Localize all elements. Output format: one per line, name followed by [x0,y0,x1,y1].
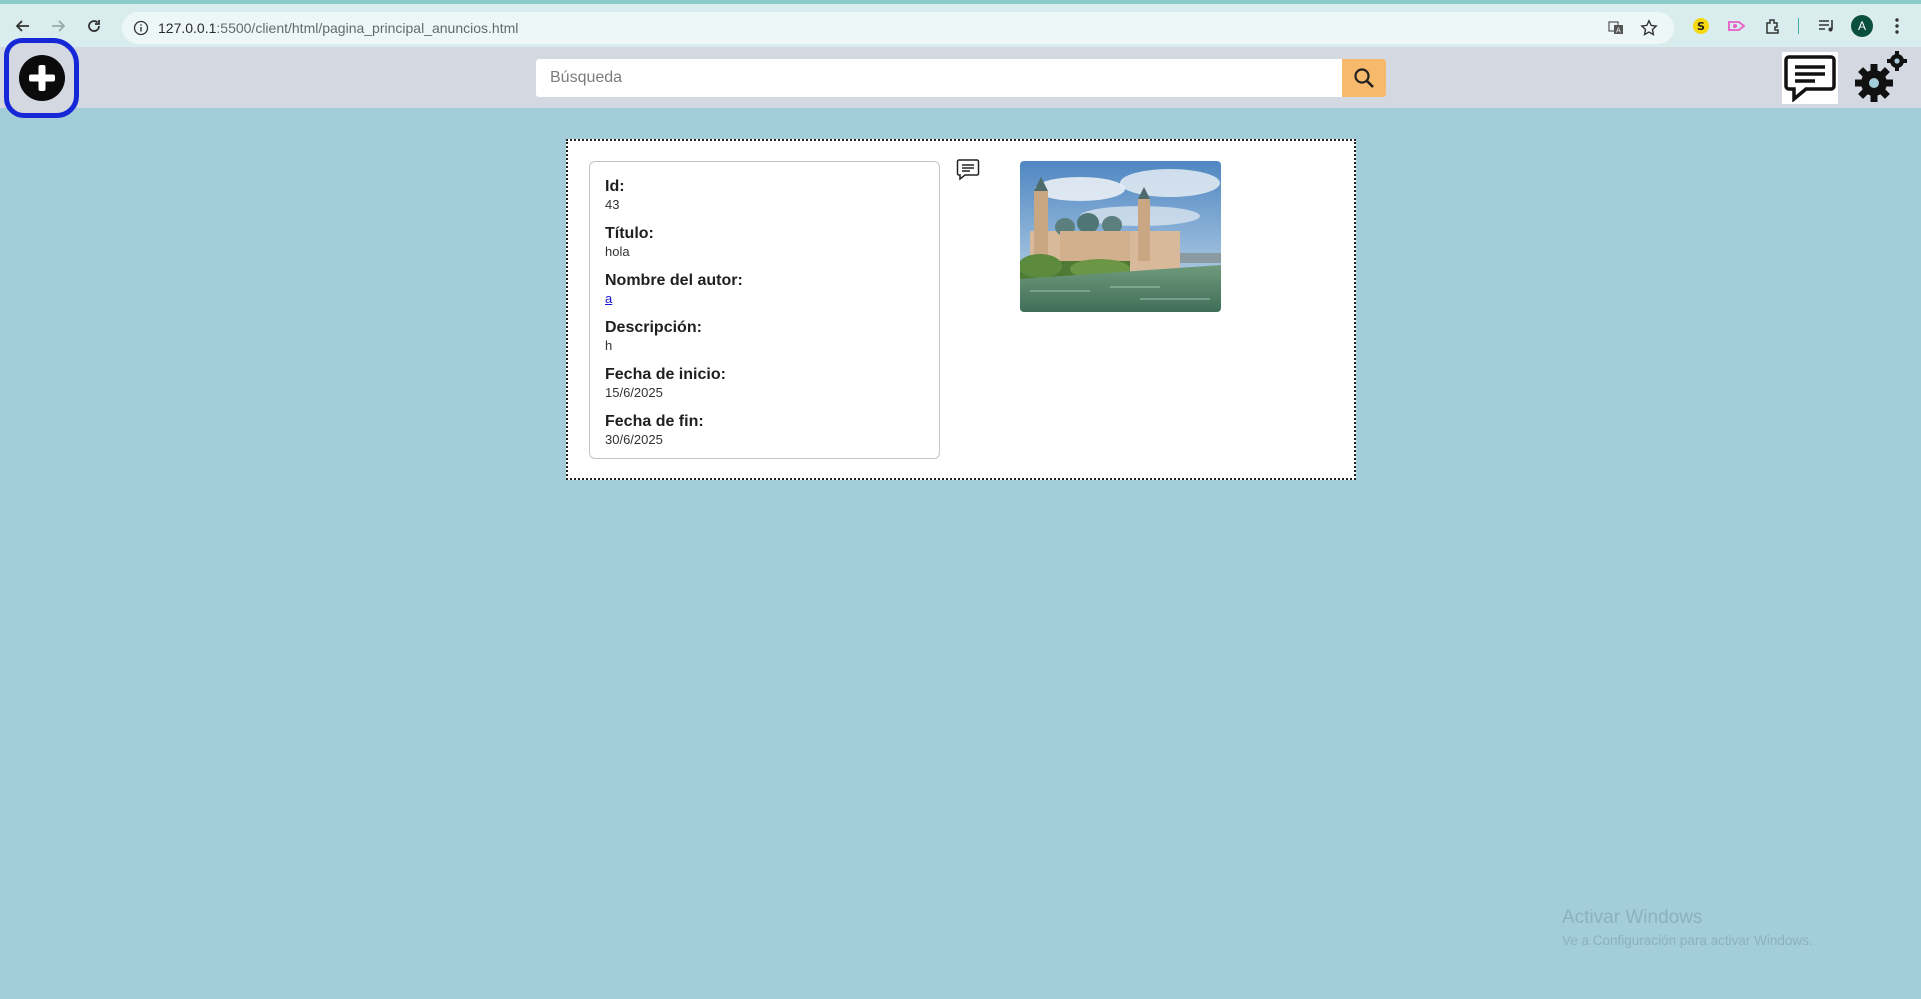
settings-icon [1855,51,1907,102]
search-input[interactable] [536,59,1342,97]
ad-image[interactable] [1020,161,1221,312]
field-value: h [605,338,613,353]
back-icon[interactable] [10,13,36,39]
add-circle-icon [18,55,65,101]
browser-toolbar: 127.0.0.1:5500/client/html/pagina_princi… [0,0,1921,47]
watermark-title: Activar Windows [1562,907,1703,928]
ad-details: Id: 43 Título: hola Nombre del autor: a … [589,161,940,459]
svg-text:A: A [1616,27,1621,35]
field-id: Id: 43 [605,178,924,214]
field-label: Fecha de fin: [605,413,704,430]
author-link[interactable]: a [605,290,924,308]
field-label: Título: [605,225,654,242]
field-label: Id: [605,178,625,195]
field-description: Descripción: h [605,319,924,355]
search-button[interactable] [1342,59,1386,97]
field-value: hola [605,244,630,259]
translate-icon[interactable]: A [1608,20,1624,41]
svg-text:S: S [1697,20,1705,33]
search-icon [1354,68,1374,88]
forward-icon[interactable] [45,13,71,39]
reload-icon[interactable] [81,13,107,39]
field-end-date: Fecha de fin: 30/6/2025 [605,413,924,449]
media-icon[interactable] [1816,15,1838,37]
comment-icon[interactable] [956,158,980,182]
chat-button[interactable] [1782,52,1838,104]
search-bar [536,59,1386,97]
field-value: 43 [605,197,620,212]
field-label: Fecha de inicio: [605,366,726,383]
site-info-icon[interactable] [133,20,149,41]
avatar[interactable]: A [1851,15,1873,37]
address-bar[interactable]: 127.0.0.1:5500/client/html/pagina_princi… [122,12,1674,44]
toolbar-divider [1798,18,1799,34]
star-icon[interactable] [1640,19,1658,42]
field-label: Nombre del autor: [605,272,743,289]
field-label: Descripción: [605,319,702,336]
field-value: 15/6/2025 [605,385,663,400]
url-text: 127.0.0.1:5500/client/html/pagina_princi… [158,20,519,36]
extension-yellow-icon[interactable]: S [1690,15,1712,37]
windows-activation-watermark: Activar Windows Ve a Configuración para … [1562,907,1813,948]
settings-button[interactable] [1853,49,1911,105]
watermark-subtitle: Ve a Configuración para activar Windows. [1562,933,1813,948]
extension-pink-icon[interactable] [1726,15,1748,37]
field-title: Título: hola [605,225,924,261]
chat-icon [1784,55,1836,102]
field-value: 30/6/2025 [605,432,663,447]
field-start-date: Fecha de inicio: 15/6/2025 [605,366,924,402]
add-ad-button[interactable] [4,38,79,118]
extension-icon[interactable] [1762,15,1784,37]
field-author: Nombre del autor: a [605,272,924,308]
menu-icon[interactable] [1886,15,1908,37]
ad-card: Id: 43 Título: hola Nombre del autor: a … [566,139,1356,480]
